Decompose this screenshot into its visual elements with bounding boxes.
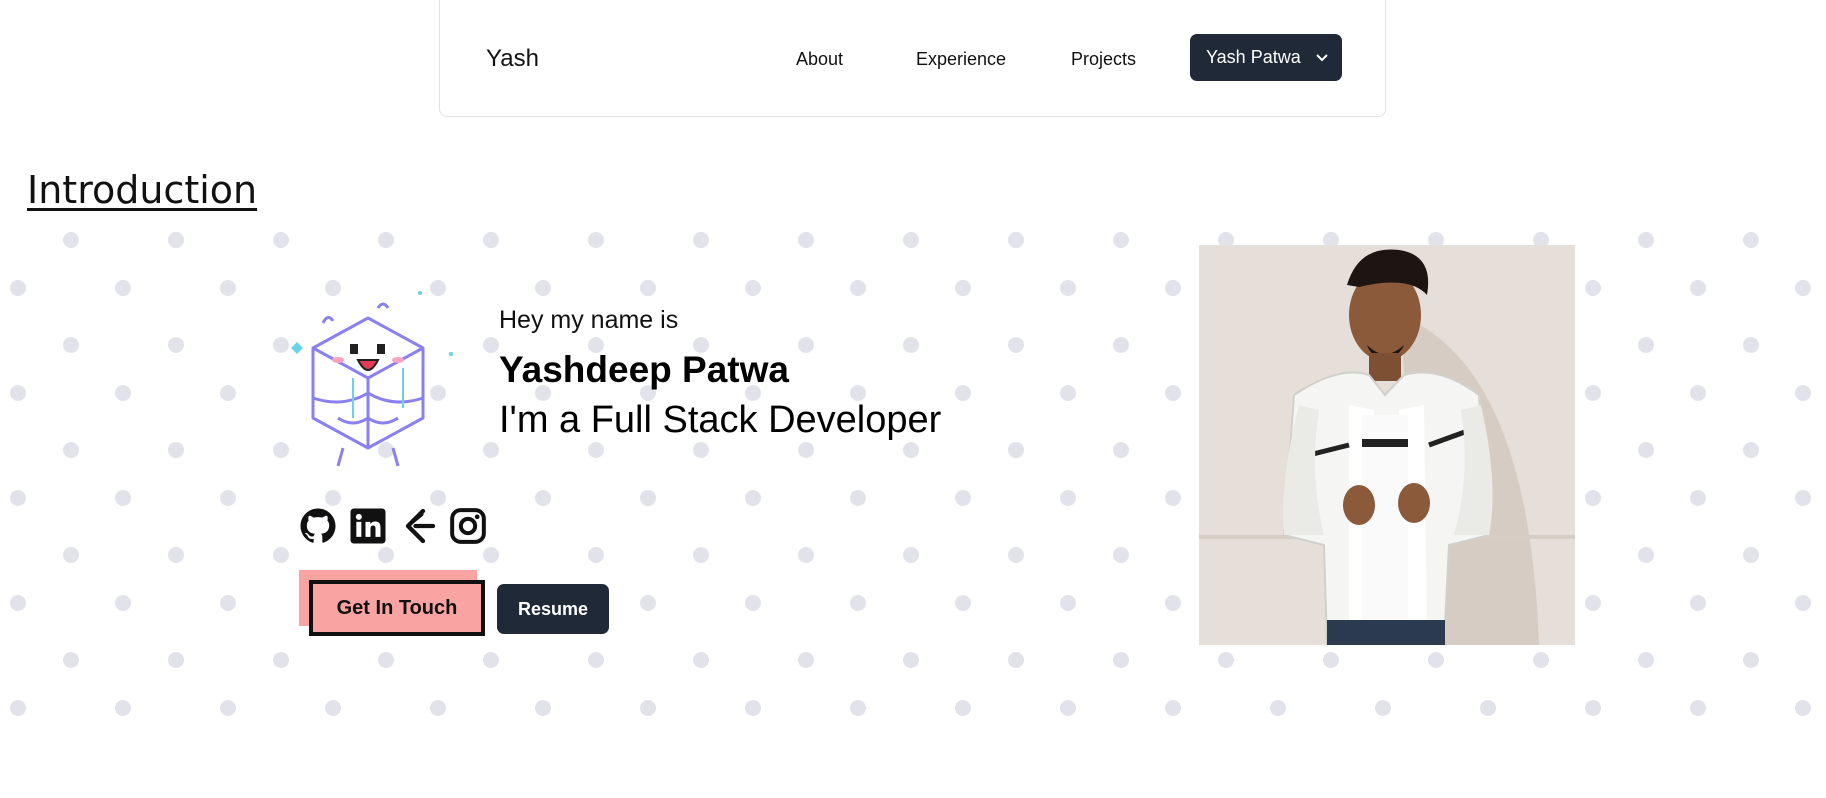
github-icon[interactable] — [298, 506, 338, 546]
profile-dropdown[interactable]: Yash Patwa — [1190, 34, 1342, 81]
instagram-icon[interactable] — [448, 506, 488, 546]
profile-dropdown-label: Yash Patwa — [1206, 47, 1301, 67]
mascot-illustration — [291, 291, 453, 467]
hero-role: I'm a Full Stack Developer — [499, 399, 942, 441]
profile-photo — [1199, 245, 1575, 645]
hero-greeting: Hey my name is — [499, 306, 679, 334]
resume-button[interactable]: Resume — [497, 584, 609, 634]
social-links — [298, 506, 488, 546]
linkedin-icon[interactable] — [348, 506, 388, 546]
nav-link-projects[interactable]: Projects — [1071, 49, 1136, 70]
leetcode-icon[interactable] — [398, 506, 438, 546]
get-in-touch-button[interactable]: Get In Touch — [309, 580, 485, 636]
navbar: Yash About Experience Projects Yash Patw… — [439, 0, 1386, 117]
nav-link-about[interactable]: About — [796, 49, 843, 70]
hero-name: Yashdeep Patwa — [499, 349, 789, 390]
nav-link-experience[interactable]: Experience — [916, 49, 1006, 70]
section-title: Introduction — [27, 168, 258, 212]
brand-logo[interactable]: Yash — [486, 45, 539, 73]
chevron-down-icon — [1316, 53, 1328, 61]
